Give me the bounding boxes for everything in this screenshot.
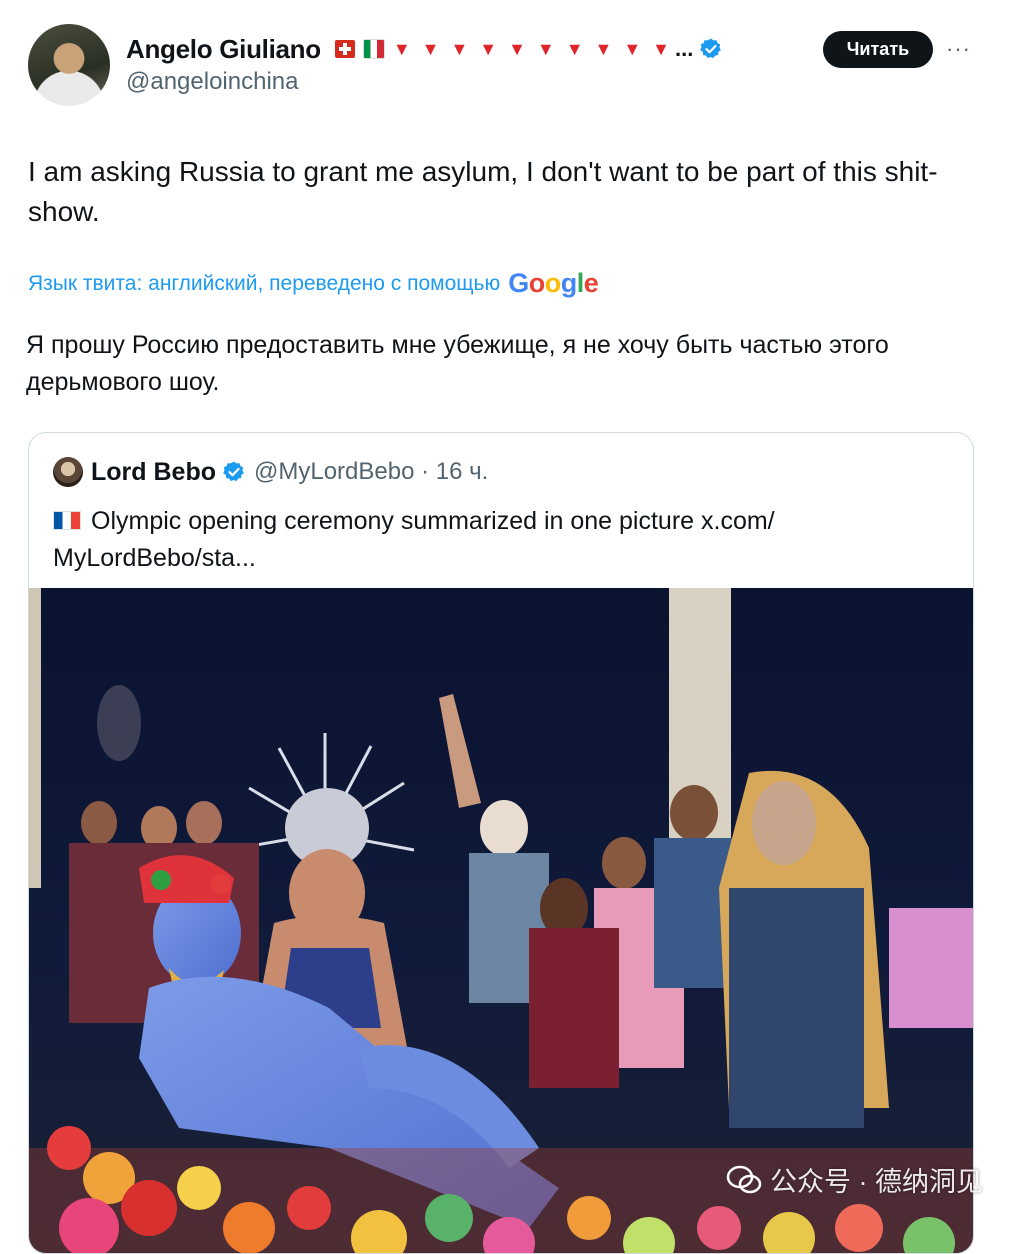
blurred-light: [97, 685, 141, 761]
watermark: 公众号 · 德纳洞见: [726, 1160, 983, 1199]
quoted-author-avatar: [53, 457, 83, 487]
french-flag-icon: [53, 511, 81, 530]
translation-label[interactable]: Язык твита: английский, переведено с пом…: [28, 272, 500, 296]
left-pillar: [29, 588, 41, 888]
quoted-tweet-text: Olympic opening ceremony summarized in o…: [53, 503, 943, 577]
author-display-name[interactable]: Angelo Giuliano: [126, 34, 321, 65]
name-ellipsis: ...: [675, 36, 694, 61]
watermark-text: 公众号 · 德纳洞见: [770, 1167, 983, 1197]
author-name-row: Angelo Giuliano ▼▼▼▼▼▼▼▼▼▼ ...: [126, 32, 723, 66]
wechat-icon: [726, 1165, 762, 1193]
verified-badge-icon: [700, 38, 722, 59]
follow-button[interactable]: Читать: [823, 31, 933, 68]
italian-flag-icon: [362, 39, 385, 59]
quoted-handle-time: @MyLordBebo · 16 ч.: [254, 458, 489, 485]
quoted-tweet-card[interactable]: Lord Bebo @MyLordBebo · 16 ч. Olympic op…: [28, 432, 974, 1254]
quoted-tweet-header: Lord Bebo @MyLordBebo · 16 ч.: [53, 455, 488, 489]
red-triangle-icons: ▼▼▼▼▼▼▼▼▼▼: [392, 38, 681, 59]
translated-text: Я прошу Россию предоставить мне убежище,…: [26, 331, 889, 396]
google-logo: Google: [508, 268, 599, 298]
pink-jacket-performer: [889, 908, 973, 1028]
swiss-flag-icon: [334, 40, 355, 58]
translation-attribution: Язык твита: английский, переведено с пом…: [28, 268, 599, 299]
tweet-header: Angelo Giuliano ▼▼▼▼▼▼▼▼▼▼ ... @angeloin…: [28, 22, 988, 108]
author-handle[interactable]: @angeloinchina: [126, 68, 299, 96]
more-options-icon[interactable]: ···: [946, 36, 971, 62]
quoted-tweet-photo[interactable]: [29, 588, 973, 1253]
author-avatar[interactable]: [28, 24, 110, 106]
tweet-text: I am asking Russia to grant me asylum, I…: [28, 156, 938, 227]
quoted-verified-badge-icon: [223, 461, 244, 482]
quoted-author-name: Lord Bebo: [91, 457, 216, 486]
quoted-text-content: Olympic opening ceremony summarized in o…: [53, 507, 775, 572]
